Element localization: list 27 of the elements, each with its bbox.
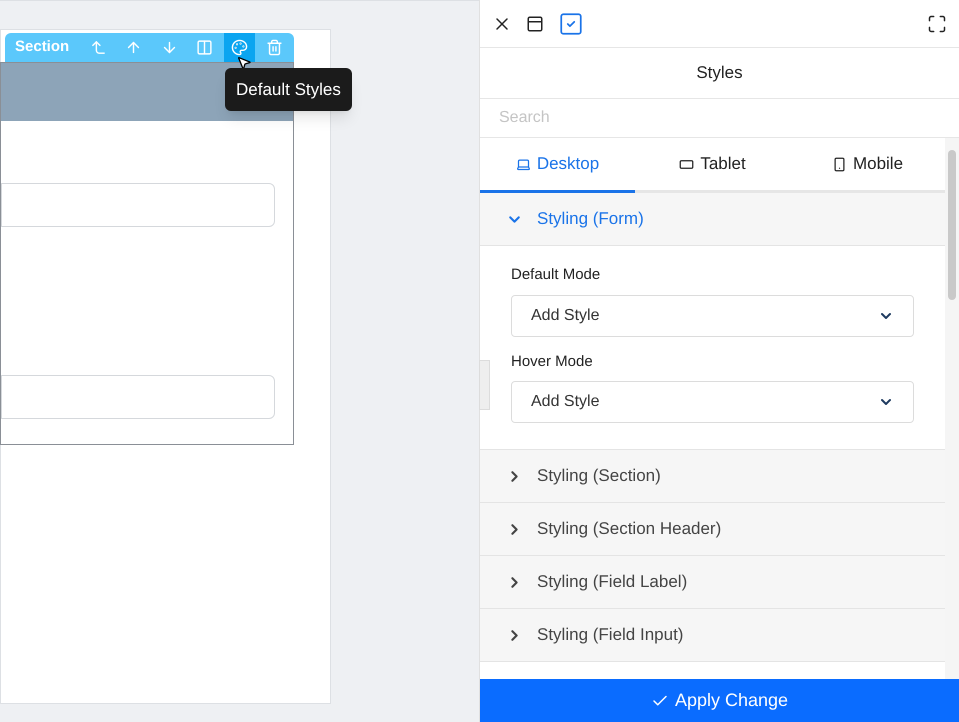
apply-button[interactable]: Apply Change — [480, 679, 959, 722]
accordion-header[interactable]: Styling (Section) — [480, 450, 945, 503]
style-select[interactable]: Add Style — [511, 381, 914, 423]
toolbar-button[interactable] — [224, 33, 255, 62]
panel-icon[interactable] — [526, 14, 544, 32]
panel-title: Styles — [696, 62, 743, 84]
columns-icon — [196, 39, 213, 56]
accordion-header[interactable]: Styling (Form) — [480, 193, 945, 246]
checkbox-icon[interactable] — [558, 10, 584, 36]
field-label: Default Mode — [511, 265, 602, 285]
accordion-header[interactable]: Styling (Field Input) — [480, 609, 945, 662]
accordion-header[interactable]: Styling (Section Header) — [480, 503, 945, 556]
search-field[interactable]: Search — [480, 98, 959, 138]
accordion-header[interactable]: Styling (Field Label) — [480, 556, 945, 609]
input-field[interactable] — [1, 183, 275, 227]
move-top-icon — [90, 39, 108, 56]
toolbar-label: Section — [15, 37, 70, 58]
laptop-icon — [516, 156, 531, 172]
palette-icon — [230, 39, 248, 56]
phone-icon — [832, 156, 847, 172]
tooltip: Default Styles — [225, 68, 352, 111]
trash-icon — [266, 39, 283, 56]
input-field[interactable] — [1, 375, 275, 419]
field-label: Hover Mode — [511, 352, 594, 372]
resize-handle[interactable] — [479, 360, 490, 410]
fullscreen-icon[interactable] — [927, 14, 947, 34]
style-select[interactable]: Add Style — [511, 294, 914, 336]
